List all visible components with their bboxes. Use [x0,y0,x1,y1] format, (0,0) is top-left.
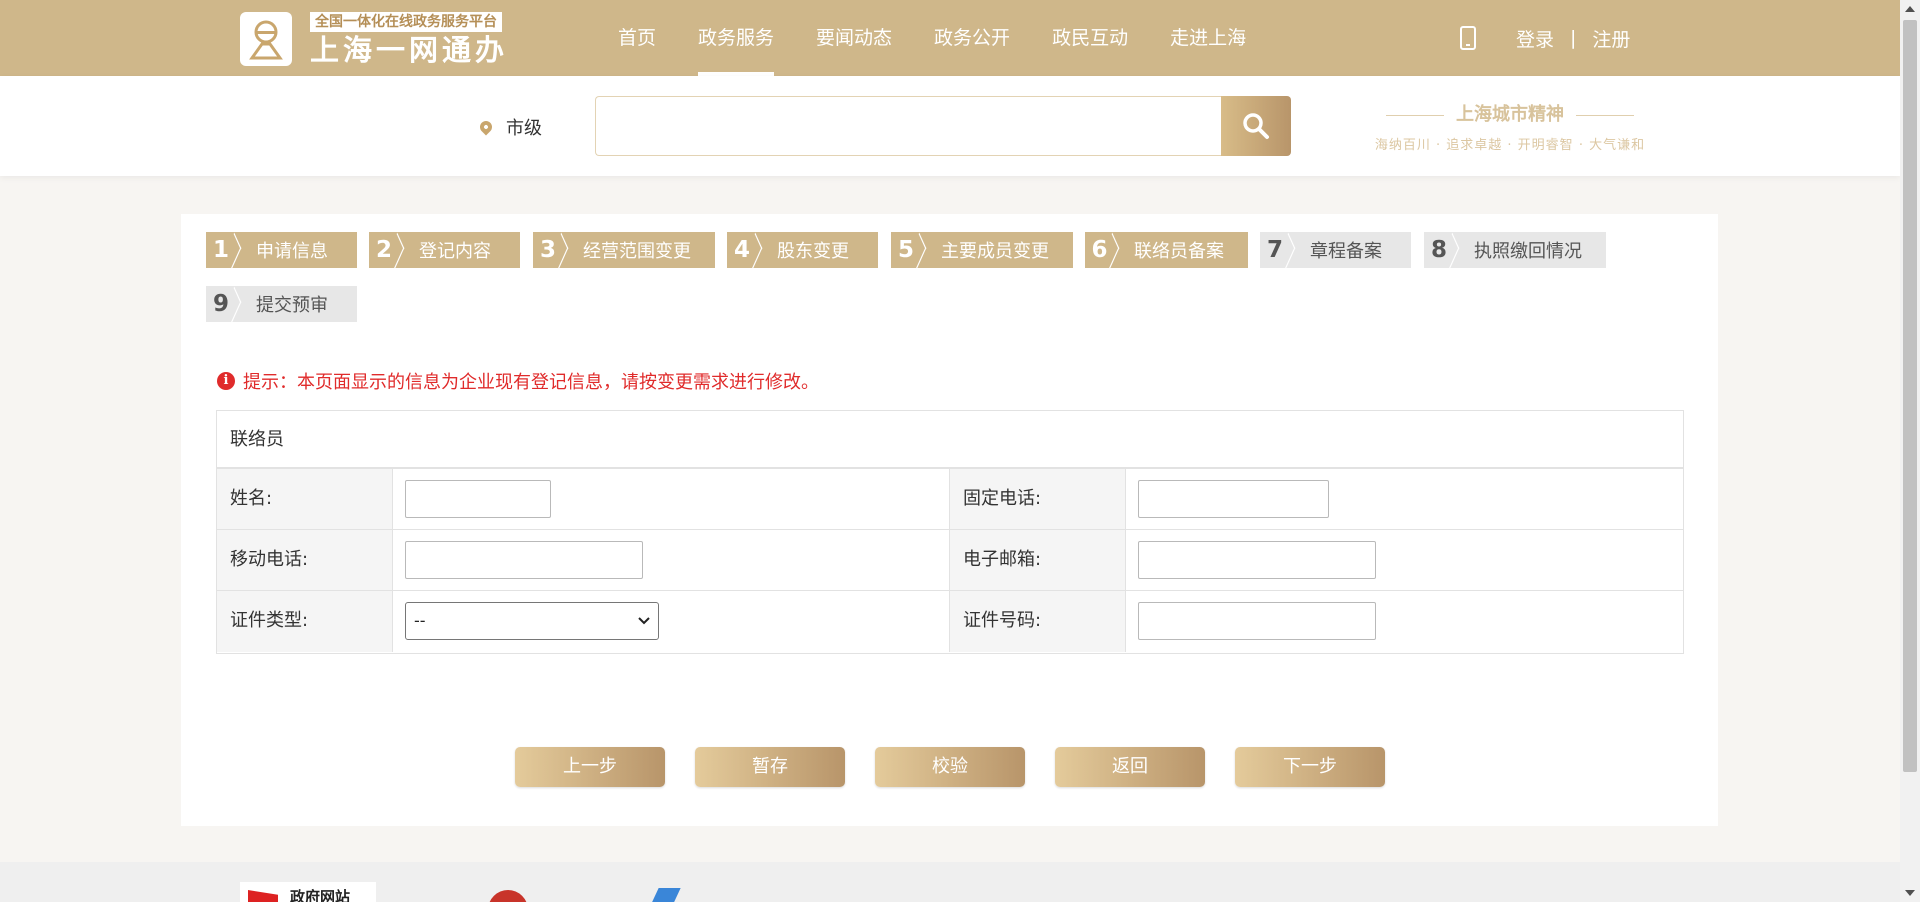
form-section-title: 联络员 [217,411,1683,469]
name-cell [393,469,950,529]
step-number: 1 [206,232,236,268]
region-selector[interactable]: 市级 [477,114,542,140]
id-number-label: 证件号码: [950,591,1126,652]
mobile-phone-icon[interactable] [1460,26,1476,50]
step-label: 经营范围变更 [583,241,691,262]
step-8[interactable]: 8 执照缴回情况 [1424,232,1606,268]
nav-home[interactable]: 首页 [618,0,656,76]
step-number: 8 [1424,232,1454,268]
info-icon: i [217,372,235,390]
next-step-button[interactable]: 下一步 [1235,747,1385,787]
red-flag-icon [248,890,278,902]
save-draft-button[interactable]: 暂存 [695,747,845,787]
id-type-cell: -- [393,591,950,652]
search-input[interactable] [595,96,1222,156]
form-row: 证件类型: -- 证件号码: [217,591,1683,652]
nav-gov-services[interactable]: 政务服务 [698,0,775,76]
footer: 政府网站 [0,862,1900,902]
landline-label: 固定电话: [950,469,1126,529]
search-bar: 市级 上海城市精神 海纳百川 · 追求卓越 · 开明睿智 · 大气谦和 [0,76,1900,176]
id-type-selected: -- [414,611,426,630]
step-2[interactable]: 2 登记内容 [369,232,520,268]
slogan-title: 上海城市精神 [1362,100,1658,126]
login-link[interactable]: 登录 [1516,25,1554,52]
notice-text: 提示：本页面显示的信息为企业现有登记信息，请按变更需求进行修改。 [243,372,819,393]
back-button[interactable]: 返回 [1055,747,1205,787]
location-pin-icon [477,118,495,136]
step-label: 申请信息 [256,241,328,262]
step-1[interactable]: 1 申请信息 [206,232,357,268]
gov-website-logo[interactable]: 政府网站 [240,882,376,902]
auth-area: 登录 | 注册 [1460,0,1630,76]
step-label: 联络员备案 [1134,241,1224,262]
step-3[interactable]: 3 经营范围变更 [533,232,715,268]
step-label: 章程备案 [1310,241,1382,262]
top-header: 全国一体化在线政务服务平台 上海一网通办 首页 政务服务 要闻动态 政务公开 政… [0,0,1900,76]
action-buttons: 上一步 暂存 校验 返回 下一步 [515,747,1415,787]
id-number-input[interactable] [1138,602,1376,640]
nav-about-shanghai[interactable]: 走进上海 [1170,0,1246,76]
email-label: 电子邮箱: [950,530,1126,590]
step-number: 4 [727,232,757,268]
city-spirit-slogan: 上海城市精神 海纳百川 · 追求卓越 · 开明睿智 · 大气谦和 [1362,100,1658,156]
form-row: 移动电话: 电子邮箱: [217,530,1683,591]
logo-tagline: 全国一体化在线政务服务平台 [310,12,502,32]
step-label: 提交预审 [256,295,328,316]
step-number: 7 [1260,232,1290,268]
form-row: 姓名: 固定电话: [217,469,1683,530]
partner-logo-icon[interactable] [649,888,681,902]
email-input[interactable] [1138,541,1376,579]
email-cell [1126,530,1683,590]
logo-emblem-icon [240,12,292,66]
step-7[interactable]: 7 章程备案 [1260,232,1411,268]
mobile-label: 移动电话: [217,530,393,590]
step-number: 2 [369,232,399,268]
step-label: 执照缴回情况 [1474,241,1582,262]
scroll-down-icon[interactable] [1905,890,1915,896]
prev-step-button[interactable]: 上一步 [515,747,665,787]
search-icon [1243,113,1269,139]
step-4[interactable]: 4 股东变更 [727,232,878,268]
step-number: 6 [1085,232,1114,268]
step-number: 3 [533,232,563,268]
step-label: 登记内容 [419,241,491,262]
main-card: 1 申请信息 2 登记内容 3 经营范围变更 4 股东变更 5 主要成员变更 6… [181,214,1718,826]
site-logo[interactable]: 全国一体化在线政务服务平台 上海一网通办 [240,12,520,66]
id-type-label: 证件类型: [217,591,393,652]
step-6[interactable]: 6 联络员备案 [1085,232,1248,268]
chevron-down-icon [638,617,650,625]
register-link[interactable]: 注册 [1592,25,1630,52]
step-5[interactable]: 5 主要成员变更 [891,232,1073,268]
validate-button[interactable]: 校验 [875,747,1025,787]
gov-website-label: 政府网站 [290,888,351,902]
nav-gov-disclosure[interactable]: 政务公开 [934,0,1010,76]
step-label: 主要成员变更 [941,241,1049,262]
id-type-select[interactable]: -- [405,602,659,640]
logo-title: 上海一网通办 [310,33,509,67]
step-number: 9 [206,286,236,322]
slogan-subtitle: 海纳百川 · 追求卓越 · 开明睿智 · 大气谦和 [1374,138,1646,153]
id-number-cell [1126,591,1683,652]
landline-cell [1126,469,1683,529]
nav-news[interactable]: 要闻动态 [816,0,892,76]
scroll-up-icon[interactable] [1905,6,1915,12]
nav-interaction[interactable]: 政民互动 [1052,0,1128,76]
name-label: 姓名: [217,469,393,529]
step-9[interactable]: 9 提交预审 [206,286,357,322]
mobile-cell [393,530,950,590]
step-number: 5 [891,232,921,268]
landline-input[interactable] [1138,480,1329,518]
scrollbar-thumb[interactable] [1903,20,1917,772]
region-label: 市级 [506,118,542,139]
step-label: 股东变更 [777,241,849,262]
auth-separator: | [1570,27,1577,49]
main-nav: 首页 政务服务 要闻动态 政务公开 政民互动 走进上海 [618,0,1288,76]
name-input[interactable] [405,480,551,518]
emblem-icon[interactable] [488,890,528,902]
mobile-input[interactable] [405,541,643,579]
page-scrollbar[interactable] [1900,0,1920,902]
search-button[interactable] [1221,96,1291,156]
liaison-form: 联络员 姓名: 固定电话: 移动电话: 电子邮箱: 证件类型: -- 证件号码: [216,410,1684,654]
notice-message: i 提示：本页面显示的信息为企业现有登记信息，请按变更需求进行修改。 [217,368,819,394]
